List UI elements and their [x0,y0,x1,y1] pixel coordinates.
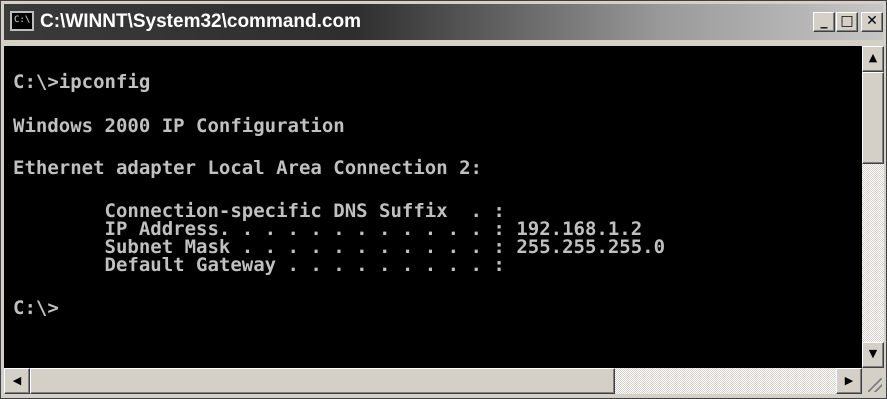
console-output[interactable]: C:\>ipconfig Windows 2000 IP Configurati… [4,46,862,368]
scroll-up-button[interactable]: ▲ [862,46,884,72]
minimize-button[interactable]: _ [813,12,835,32]
adapter-name-line: Ethernet adapter Local Area Connection 2… [13,157,482,179]
close-button[interactable]: ✕ [861,12,883,32]
title-bar[interactable]: C:\ C:\WINNT\System32\command.com _ □ ✕ [4,4,883,40]
resize-grip-lines [868,378,882,392]
horizontal-scrollbar[interactable]: ◀ ▶ [4,368,862,394]
scroll-right-button[interactable]: ▶ [836,368,862,394]
command-prompt-line: C:\>ipconfig [13,71,151,93]
console-icon[interactable]: C:\ [10,11,34,31]
vertical-scrollbar[interactable]: ▲ ▼ [862,46,884,368]
console-window: C:\ C:\WINNT\System32\command.com _ □ ✕ … [0,0,887,399]
vertical-scroll-thumb[interactable] [862,72,884,164]
scroll-down-button[interactable]: ▼ [862,342,884,368]
output-heading: Windows 2000 IP Configuration [13,115,345,137]
resize-grip-icon[interactable] [862,368,884,394]
horizontal-scroll-thumb[interactable] [30,368,615,394]
maximize-button[interactable]: □ [836,12,858,32]
window-title: C:\WINNT\System32\command.com [40,11,361,32]
command-prompt-line[interactable]: C:\> [13,298,59,318]
default-gateway-line: Default Gateway . . . . . . . . . : [13,254,505,276]
scroll-left-button[interactable]: ◀ [4,368,30,394]
